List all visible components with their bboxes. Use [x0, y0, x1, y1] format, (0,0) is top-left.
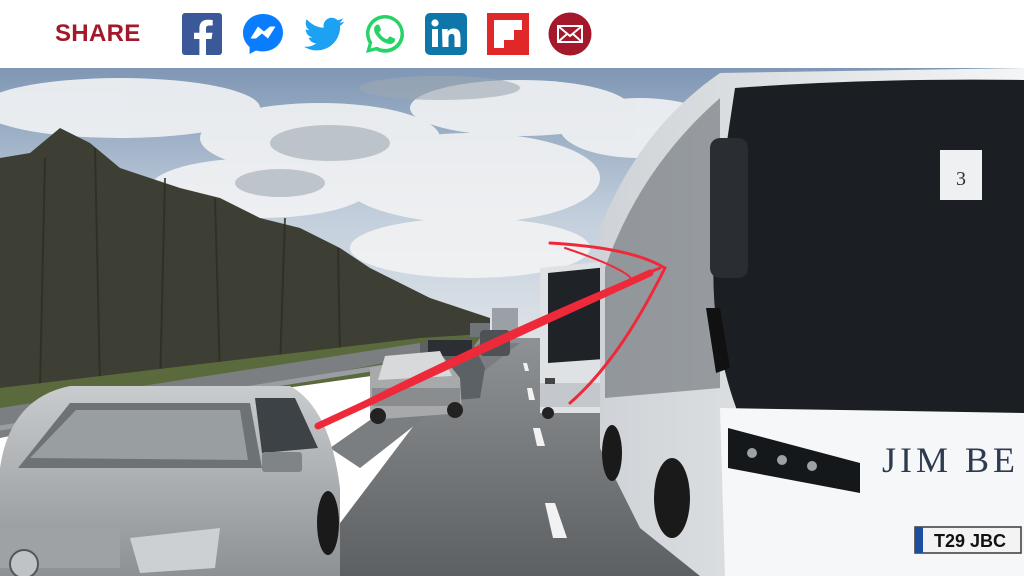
- facebook-icon: [182, 13, 222, 55]
- messenger-share-button[interactable]: [241, 12, 285, 56]
- facebook-share-button[interactable]: [181, 12, 225, 56]
- flipboard-share-button[interactable]: [486, 12, 530, 56]
- whatsapp-share-button[interactable]: [363, 12, 407, 56]
- coach-windscreen: [713, 79, 1024, 419]
- coach-livery-text: JIM BE: [882, 440, 1019, 480]
- whatsapp-icon: [366, 15, 404, 53]
- messenger-icon: [243, 14, 283, 54]
- twitter-share-button[interactable]: [302, 12, 346, 56]
- foreground-coach: 3 JIM BE T29 JBC: [600, 68, 1024, 576]
- linkedin-share-button[interactable]: [424, 12, 468, 56]
- car-badge: [9, 549, 39, 576]
- coach-number-plate-text: T29 JBC: [934, 531, 1006, 551]
- coach-route-number: 3: [956, 168, 966, 190]
- linkedin-icon: [425, 13, 467, 55]
- car-wing-mirror: [262, 452, 302, 472]
- flipboard-icon: [487, 13, 529, 55]
- share-label: SHARE: [55, 20, 141, 47]
- email-icon: [548, 12, 592, 56]
- share-bar: SHARE: [0, 0, 1024, 69]
- news-photo-traffic-jam: 3 JIM BE T29 JBC: [0, 68, 1024, 576]
- traffic-photo: 3 JIM BE T29 JBC: [0, 68, 1024, 576]
- email-share-button[interactable]: [548, 12, 592, 56]
- twitter-icon: [304, 17, 345, 51]
- coach-wheel: [654, 458, 690, 538]
- foreground-silver-car: [0, 386, 340, 576]
